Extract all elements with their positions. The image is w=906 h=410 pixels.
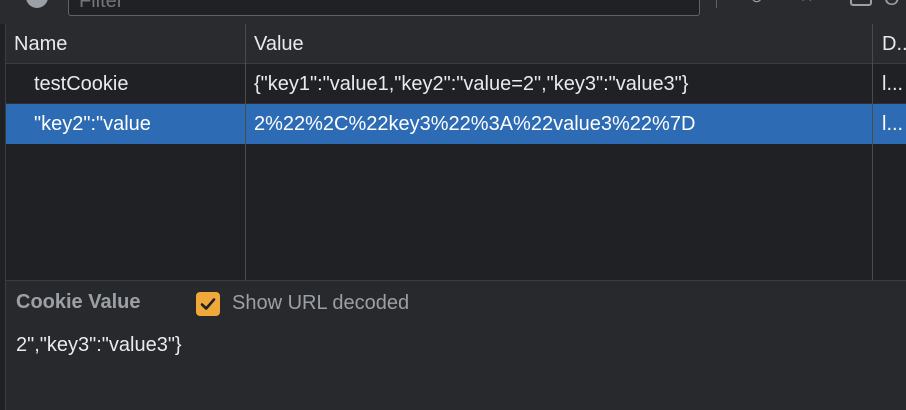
- refresh-icon[interactable]: [26, 0, 48, 8]
- clear-icon[interactable]: ⊘: [750, 0, 768, 6]
- column-header-value[interactable]: Value: [246, 24, 874, 64]
- table-row-selected[interactable]: "key2":"value 2%22%2C%22key3%22%3A%22val…: [6, 104, 906, 144]
- cookie-value-panel: Cookie Value Show URL decoded 2","key3":…: [6, 280, 906, 410]
- block-icon[interactable]: [850, 0, 872, 6]
- cookie-value-cell: {"key1":"value1,"key2":"value=2","key3":…: [254, 73, 689, 95]
- cookie-domain-cell: l...: [882, 113, 904, 135]
- cookie-name-cell: "key2":"value: [34, 113, 151, 135]
- cookie-domain-cell: l...: [882, 73, 904, 95]
- close-icon[interactable]: ✕: [800, 0, 818, 6]
- column-header-name[interactable]: Name: [6, 24, 246, 64]
- cookie-value-cell: 2%22%2C%22key3%22%3A%22value3%22%7D: [254, 113, 696, 135]
- filter-input[interactable]: [68, 0, 700, 16]
- toolbar-divider: [716, 0, 717, 8]
- column-header-domain[interactable]: D..: [874, 24, 906, 64]
- toolbar-trailing-text: O: [884, 0, 900, 11]
- filter-toolbar: ⊘ ✕ O: [0, 0, 906, 26]
- checkmark-icon: [200, 298, 216, 310]
- column-divider[interactable]: [245, 24, 246, 280]
- column-divider[interactable]: [872, 24, 873, 280]
- table-row[interactable]: testCookie {"key1":"value1,"key2":"value…: [6, 64, 906, 104]
- cookie-table: Name Value D.. testCookie {"key1":"value…: [6, 24, 906, 280]
- cookie-name-cell: testCookie: [34, 73, 129, 95]
- table-header: Name Value D..: [6, 24, 906, 64]
- cookie-value-text: 2","key3":"value3"}: [16, 334, 182, 356]
- panel-title: Cookie Value: [16, 291, 141, 313]
- cookies-panel: ⊘ ✕ O Name Value D.. testCookie {"key1":…: [0, 0, 906, 410]
- show-url-decoded-checkbox[interactable]: [196, 292, 220, 316]
- show-url-decoded-label[interactable]: Show URL decoded: [232, 292, 409, 315]
